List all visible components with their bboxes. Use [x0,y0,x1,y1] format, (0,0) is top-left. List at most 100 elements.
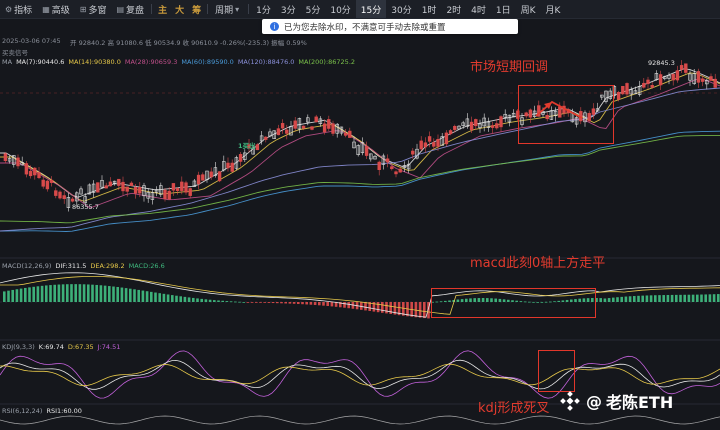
candle-body [125,186,129,192]
macd-histogram-bar [28,287,31,302]
macd-histogram-bar [238,301,241,303]
candle-body [217,171,222,182]
macd-histogram-bar [246,302,250,303]
macd-histogram-bar [154,292,157,302]
candle-body [679,65,684,70]
macd-histogram-bar [242,301,245,303]
kdj-d-line [0,363,720,387]
macd-histogram-bar [704,294,707,302]
candle-body [499,116,503,128]
macd-histogram-bar [654,295,657,302]
macd-histogram-bar [645,295,649,302]
buy-signal-label: 1买出 [238,142,256,150]
macd-histogram-bar [183,296,187,302]
candle-body [16,157,20,167]
rsi-legend-rsi1: RSI1:60.00 [46,407,82,415]
candle-body [49,179,54,183]
macd-histogram-bar [423,302,426,319]
macd-histogram-bar [15,289,19,302]
macd-histogram-bar [112,286,115,302]
candle-body [390,166,394,170]
macd-histogram-bar [381,302,384,313]
kdj-k-line [0,359,720,390]
ma-legend-ma14: MA(14):90380.0 [68,58,121,66]
candle-body [255,144,260,151]
candle-body [646,79,650,85]
candle-body [327,119,331,129]
candle-body [713,78,717,88]
macd-histogram-bar [82,284,86,302]
macd-histogram-bar [717,294,720,302]
candle-body [642,82,646,88]
macd-histogram-bar [61,284,65,302]
candle-body [469,121,474,131]
macd-histogram-bar [116,287,119,302]
macd-histogram-bar [166,294,170,302]
candle-body [196,174,201,185]
candle-body [121,181,125,192]
macd-histogram-bar [158,293,161,302]
macd-histogram-bar [700,294,703,302]
candle-body [117,178,121,186]
macd-histogram-bar [284,302,287,304]
candle-body [33,167,37,176]
watermark-at: @ [586,391,602,411]
macd-histogram-bar [297,302,300,304]
macd-histogram-bar [309,302,313,305]
candle-body [285,129,289,134]
macd-histogram-bar [78,284,82,302]
candle-body [209,171,213,178]
watermark-removed-toast: i 已为您去除水印，不满意可手动去除或重置 [262,19,518,34]
kdj-legend-k: K:69.74 [38,343,64,351]
macd-histogram-bar [670,294,674,302]
macd-histogram-bar [313,302,317,305]
macd-histogram-bar [603,298,607,302]
macd-histogram-bar [658,295,661,302]
candle-body [264,136,268,140]
signal-label: 买卖信号 [2,49,28,57]
macd-histogram-bar [179,296,182,302]
macd-histogram-bar [662,295,665,302]
ma-legend-ma7: MA(7):90440.6 [16,58,65,66]
macd-histogram-bar [36,286,40,302]
candle-body [495,123,499,129]
candle-body [108,181,113,187]
candle-body [138,187,142,194]
candle-body [411,150,415,155]
ma-legend-ma200: MA(200):86725.2 [298,58,356,66]
macd-histogram-bar [628,296,632,302]
macd-histogram-bar [696,294,699,302]
macd-histogram-bar [683,294,686,302]
macd-histogram-bar [137,289,140,302]
macd-histogram-bar [145,291,149,302]
macd-histogram-bar [74,284,77,302]
macd-histogram-bar [19,288,23,302]
candle-body [301,125,306,129]
macd-histogram-bar [66,284,69,302]
candle-body [280,123,285,129]
kdj-legend-j: J:74.51 [97,343,121,351]
macd-histogram-bar [175,295,178,302]
rsi-line [0,415,720,425]
macd-histogram-bar [217,300,220,302]
candle-body [184,182,188,193]
rsi-legend-title: RSI(6,12,24) [2,407,43,415]
candle-body [385,158,390,163]
macd-histogram-bar [91,284,94,302]
candle-body [230,162,234,172]
macd-histogram-bar [326,302,329,307]
macd-histogram-bar [7,290,10,302]
macd-histogram-bar [150,291,153,302]
annotation-kdj-cross: kdj形成死叉 [478,401,550,416]
macd-histogram-bar [234,301,237,303]
macd-histogram-bar [99,285,103,302]
candle-body [658,74,663,86]
candle-body [331,123,335,134]
annotation-short-pullback: 市场短期回调 [470,60,549,75]
candle-body [675,70,680,81]
candle-body [423,142,428,148]
kdj-legend-d: D:67.35 [67,343,94,351]
macd-histogram-bar [103,285,107,302]
low-price-label: 86355.7 [72,203,99,211]
macd-histogram-bar [129,288,132,302]
